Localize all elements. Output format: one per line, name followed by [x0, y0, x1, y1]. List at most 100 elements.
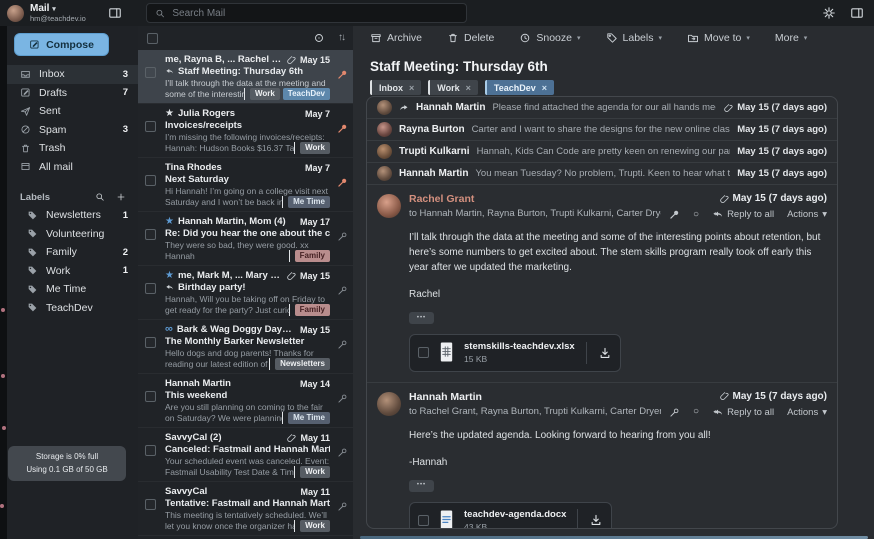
- collapsed-message-row[interactable]: Hannah Martin You mean Tuesday? No probl…: [367, 163, 837, 185]
- label-chip[interactable]: Work: [300, 520, 330, 532]
- pin-icon[interactable]: [337, 177, 348, 188]
- snooze-button[interactable]: Snooze ▾: [519, 32, 580, 44]
- sidebar-item-trash[interactable]: Trash: [7, 139, 138, 158]
- email-checkbox[interactable]: [145, 391, 156, 402]
- sidebar-item-spam[interactable]: Spam 3: [7, 121, 138, 140]
- select-all-checkbox[interactable]: [147, 33, 158, 44]
- reply-all-button[interactable]: Reply to all: [712, 407, 774, 418]
- pin-icon[interactable]: [337, 123, 348, 134]
- label-chip-work[interactable]: Work×: [428, 80, 478, 95]
- show-quoted-text-button[interactable]: •••: [409, 480, 434, 492]
- star-icon[interactable]: ★: [165, 271, 174, 281]
- label-chip[interactable]: Me Time: [288, 412, 330, 424]
- close-icon[interactable]: ×: [466, 83, 471, 93]
- label-chip[interactable]: Family: [295, 250, 330, 262]
- email-list-item[interactable]: ★ me, Mark M, ... Mary G (8) May 15 Birt…: [138, 265, 353, 319]
- sidebar-label-work[interactable]: Work 1: [7, 262, 138, 281]
- email-checkbox[interactable]: [145, 445, 156, 456]
- email-checkbox[interactable]: [145, 283, 156, 294]
- download-icon[interactable]: [598, 346, 612, 360]
- pin-icon[interactable]: [337, 231, 348, 242]
- attachment-card[interactable]: stemskills-teachdev.xlsx 15 KB: [409, 334, 621, 372]
- pin-icon[interactable]: [337, 339, 348, 350]
- collapsed-message-row[interactable]: Trupti Kulkarni Hannah, Kids Can Code ar…: [367, 141, 837, 163]
- sidebar-label-newsletters[interactable]: Newsletters 1: [7, 206, 138, 225]
- close-icon[interactable]: ×: [409, 83, 414, 93]
- actions-menu-button[interactable]: Actions ▾: [787, 407, 827, 418]
- email-list-item[interactable]: ∞ Bark & Wag Doggy Daycare May 15 The Mo…: [138, 319, 353, 373]
- label-chip[interactable]: Work: [300, 142, 330, 154]
- attachment-checkbox[interactable]: [418, 347, 429, 358]
- email-checkbox[interactable]: [145, 175, 156, 186]
- reading-pane-toggle-icon[interactable]: [850, 6, 864, 20]
- email-list-item[interactable]: SavvyCal (2) May 11 Canceled: Fastmail a…: [138, 427, 353, 481]
- pin-icon[interactable]: [669, 209, 680, 220]
- close-icon[interactable]: ×: [542, 83, 547, 93]
- label-chip-teachdev[interactable]: TeachDev×: [485, 80, 554, 95]
- actions-menu-button[interactable]: Actions ▾: [787, 209, 827, 220]
- delete-button[interactable]: Delete: [447, 32, 494, 44]
- show-quoted-text-button[interactable]: •••: [409, 312, 434, 324]
- email-checkbox[interactable]: [145, 499, 156, 510]
- more-button[interactable]: More ▾: [775, 32, 807, 44]
- label-chip[interactable]: Work: [300, 466, 330, 478]
- label-chip[interactable]: TeachDev: [283, 88, 330, 100]
- email-list-item[interactable]: Hannah Martin May 14 This weekend Are yo…: [138, 373, 353, 427]
- mark-unread-icon[interactable]: ○: [693, 210, 699, 220]
- email-checkbox[interactable]: [145, 337, 156, 348]
- pin-icon[interactable]: [337, 285, 348, 296]
- archive-button[interactable]: Archive: [370, 32, 422, 44]
- sidebar-item-drafts[interactable]: Drafts 7: [7, 84, 138, 103]
- email-list-item[interactable]: SavvyCal May 11 Tentative: Fastmail and …: [138, 481, 353, 535]
- collapsed-message-row[interactable]: Hannah Martin Please find attached the a…: [367, 97, 837, 119]
- attachment-card[interactable]: teachdev-agenda.docx 43 KB: [409, 502, 612, 529]
- label-chip[interactable]: Family: [295, 304, 330, 316]
- pin-icon[interactable]: [337, 447, 348, 458]
- move-to-button[interactable]: Move to ▾: [687, 32, 750, 44]
- sort-icon[interactable]: ↑↓: [338, 33, 344, 43]
- pin-icon[interactable]: [337, 393, 348, 404]
- email-checkbox[interactable]: [145, 67, 156, 78]
- sidebar-toggle-icon[interactable]: [108, 6, 122, 20]
- email-list-item[interactable]: ★ Julia Rogers May 7 Invoices/receipts I…: [138, 103, 353, 157]
- star-icon[interactable]: ★: [165, 109, 174, 119]
- search-input[interactable]: [172, 8, 458, 19]
- label-chip[interactable]: Newsletters: [275, 358, 330, 370]
- recipients-line[interactable]: to Hannah Martin, Rayna Burton, Trupti K…: [409, 208, 661, 219]
- settings-gear-icon[interactable]: [822, 6, 836, 20]
- email-subject: This weekend: [165, 390, 227, 401]
- add-label-icon[interactable]: [116, 192, 126, 202]
- sidebar-item-inbox[interactable]: Inbox 3: [7, 65, 138, 84]
- email-list-item[interactable]: ★ Mark Martin May 7 Sick kiddo School nu…: [138, 535, 353, 539]
- labels-button[interactable]: Labels ▾: [606, 32, 662, 44]
- email-list-item[interactable]: Tina Rhodes May 7 Next Saturday Hi Hanna…: [138, 157, 353, 211]
- sidebar-label-teachdev[interactable]: TeachDev: [7, 299, 138, 318]
- email-list-item[interactable]: me, Rayna B, ... Rachel G (6) May 15 Sta…: [138, 50, 353, 103]
- pin-icon[interactable]: [669, 407, 680, 418]
- recipients-line[interactable]: to Rachel Grant, Rayna Burton, Trupti Ku…: [409, 406, 661, 417]
- sidebar-label-me-time[interactable]: Me Time: [7, 280, 138, 299]
- mark-unread-icon[interactable]: ○: [693, 407, 699, 417]
- compose-button[interactable]: Compose: [14, 33, 109, 56]
- label-chip-inbox[interactable]: Inbox×: [370, 80, 421, 95]
- account-menu[interactable]: Mail ▾ hm@teachdev.io: [0, 3, 108, 23]
- email-checkbox[interactable]: [145, 121, 156, 132]
- email-list-item[interactable]: ★ Hannah Martin, Mom (4) May 17 Re: Did …: [138, 211, 353, 265]
- search-bar[interactable]: [146, 3, 467, 23]
- sidebar-item-all-mail[interactable]: All mail: [7, 158, 138, 177]
- email-checkbox[interactable]: [145, 229, 156, 240]
- collapsed-message-row[interactable]: Rayna Burton Carter and I want to share …: [367, 119, 837, 141]
- sidebar-label-family[interactable]: Family 2: [7, 243, 138, 262]
- sidebar-item-sent[interactable]: Sent: [7, 102, 138, 121]
- label-chip[interactable]: Me Time: [288, 196, 330, 208]
- read-status-filter-icon[interactable]: [313, 32, 325, 44]
- download-icon[interactable]: [589, 513, 603, 527]
- pin-icon[interactable]: [337, 501, 348, 512]
- reply-all-button[interactable]: Reply to all: [712, 209, 774, 220]
- label-chip[interactable]: Work: [250, 88, 280, 100]
- label-search-icon[interactable]: [95, 192, 105, 202]
- star-icon[interactable]: ★: [165, 217, 174, 227]
- pin-icon[interactable]: [337, 69, 348, 80]
- attachment-checkbox[interactable]: [418, 515, 429, 526]
- sidebar-label-volunteering[interactable]: Volunteering: [7, 225, 138, 244]
